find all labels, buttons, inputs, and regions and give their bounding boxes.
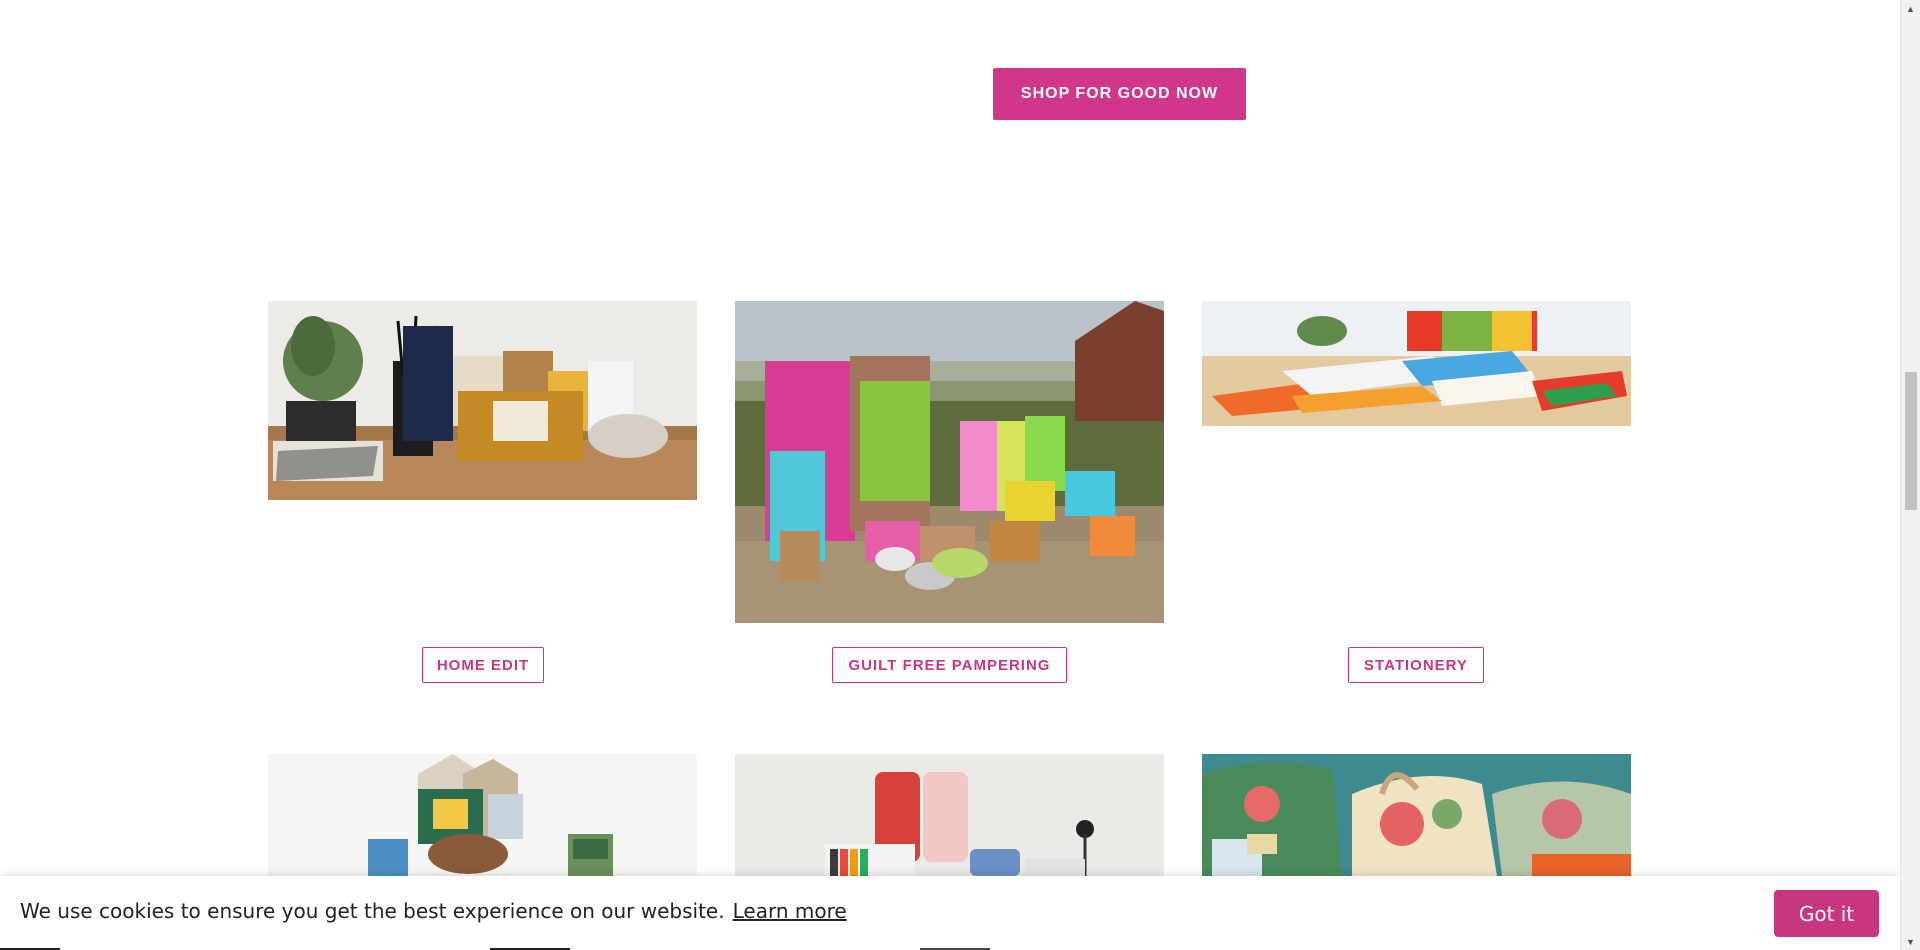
- guilt-free-pampering-button[interactable]: GUILT FREE PAMPERING: [832, 647, 1067, 683]
- cookie-accept-button[interactable]: Got it: [1774, 890, 1879, 937]
- stationery-button[interactable]: STATIONERY: [1348, 647, 1484, 683]
- tea-collection-image[interactable]: [735, 754, 1164, 876]
- learn-more-link[interactable]: Learn more: [733, 899, 847, 923]
- home-edit-image[interactable]: [268, 301, 697, 500]
- cookie-banner: We use cookies to ensure you get the bes…: [0, 876, 1900, 950]
- scroll-down-icon[interactable]: ▼: [1901, 933, 1920, 950]
- scroll-up-icon[interactable]: ▲: [1901, 0, 1920, 17]
- bottom-edge-decoration: [0, 948, 990, 950]
- tote-bags-image[interactable]: [1202, 754, 1631, 876]
- cookie-message-text: We use cookies to ensure you get the bes…: [20, 899, 725, 923]
- home-edit-button[interactable]: HOME EDIT: [422, 647, 544, 683]
- guilt-free-pampering-image[interactable]: [735, 301, 1164, 623]
- gifts-collection-image[interactable]: [268, 754, 697, 876]
- shop-for-good-button[interactable]: SHOP FOR GOOD NOW: [993, 68, 1246, 120]
- cookie-message: We use cookies to ensure you get the bes…: [20, 899, 847, 923]
- page-scrollbar[interactable]: ▲ ▼: [1900, 0, 1920, 950]
- page: SHOP FOR GOOD NOW HOME EDIT GUILT FREE P…: [0, 0, 1900, 950]
- scroll-thumb[interactable]: [1905, 372, 1917, 510]
- stationery-image[interactable]: [1202, 301, 1631, 426]
